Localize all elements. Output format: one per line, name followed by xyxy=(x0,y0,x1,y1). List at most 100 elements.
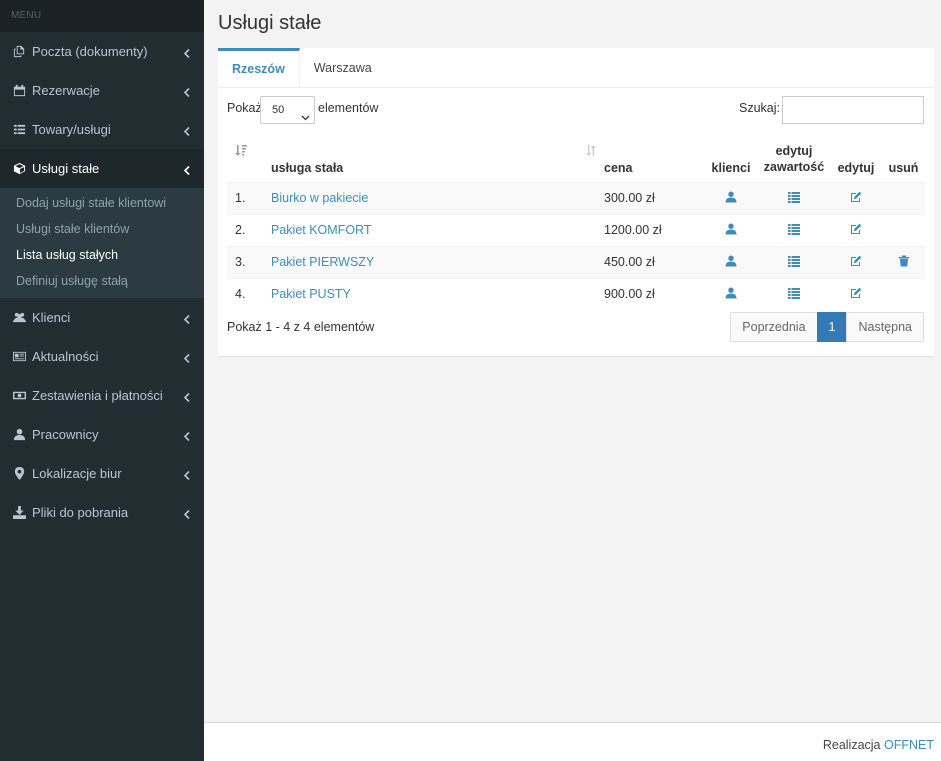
sidebar-item-aktualnosci[interactable]: Aktualności xyxy=(0,337,204,376)
edit-content-list-icon[interactable] xyxy=(787,190,801,204)
search-input[interactable] xyxy=(782,96,924,124)
chevron-left-icon xyxy=(183,429,191,441)
cube-icon xyxy=(12,162,26,176)
clients-user-icon[interactable] xyxy=(724,286,738,300)
sidebar-item-zestawienia[interactable]: Zestawienia i płatności xyxy=(0,376,204,415)
sidebar-item-towary[interactable]: Towary/usługi xyxy=(0,110,204,149)
download-icon xyxy=(12,506,26,520)
page-size-select[interactable]: 50 xyxy=(260,96,315,124)
pagination-next-button[interactable]: Następna xyxy=(846,312,924,342)
service-link[interactable]: Pakiet PUSTY xyxy=(271,287,351,301)
table-row: 2. Pakiet KOMFORT 1200.00 zł xyxy=(227,213,925,246)
sidebar-item-label: Klienci xyxy=(32,310,71,325)
search-label: Szukaj: xyxy=(739,101,780,115)
edit-content-list-icon[interactable] xyxy=(787,286,801,300)
column-header-service[interactable]: usługa stała xyxy=(266,136,602,182)
sidebar-item-label: Pracownicy xyxy=(32,427,99,442)
column-header-clients: klienci xyxy=(711,160,751,175)
footer: Realizacja OFFNET xyxy=(204,722,941,761)
copy-icon xyxy=(12,45,26,59)
row-number: 1. xyxy=(227,181,266,214)
show-after-label: elementów xyxy=(318,101,379,115)
show-label: Pokaż xyxy=(227,101,262,115)
table-row: 1. Biurko w pakiecie 300.00 zł xyxy=(227,181,925,214)
row-delete-cell xyxy=(882,277,925,310)
row-number: 3. xyxy=(227,245,266,278)
clients-user-icon[interactable] xyxy=(724,222,738,236)
clients-user-icon[interactable] xyxy=(724,190,738,204)
submenu-item-dodaj[interactable]: Dodaj usługi stałe klientowi xyxy=(0,190,204,216)
footer-credit: Realizacja OFFNET xyxy=(823,738,934,752)
service-link[interactable]: Biurko w pakiecie xyxy=(271,191,368,205)
submenu-item-definiuj[interactable]: Definiuj usługę stałą xyxy=(0,268,204,294)
chevron-left-icon xyxy=(183,85,191,97)
edit-content-list-icon[interactable] xyxy=(787,222,801,236)
sidebar-item-label: Poczta (dokumenty) xyxy=(32,44,148,59)
sidebar-item-klienci[interactable]: Klienci xyxy=(0,298,204,337)
sidebar-item-uslugi-stale[interactable]: Usługi stałe xyxy=(0,149,204,188)
table-row: 4. Pakiet PUSTY 900.00 zł xyxy=(227,277,925,310)
row-price: 450.00 zł xyxy=(602,245,704,278)
chevron-left-icon xyxy=(183,124,191,136)
table-row: 3. Pakiet PIERWSZY 450.00 zł xyxy=(227,245,925,278)
table-controls: Pokaż 50 elementów Szukaj: xyxy=(218,88,934,128)
chevron-left-icon xyxy=(183,46,191,58)
column-header-edit: edytuj xyxy=(837,160,875,175)
page-size-value: 50 xyxy=(272,104,285,116)
sidebar-item-label: Lokalizacje biur xyxy=(32,466,122,481)
tab-warszawa[interactable]: Warszawa xyxy=(300,48,386,88)
edit-pencil-icon[interactable] xyxy=(849,222,863,236)
row-number: 4. xyxy=(227,277,266,310)
sidebar-item-label: Rezerwacje xyxy=(32,83,100,98)
footer-label: Realizacja xyxy=(822,738,881,752)
services-box: Rzeszów Warszawa Pokaż 50 elementów Szuk… xyxy=(218,48,934,357)
pagination-page-1[interactable]: 1 xyxy=(816,312,848,342)
services-table: usługa stała cena klienci edytuj zawarto… xyxy=(227,136,925,310)
column-header-number[interactable] xyxy=(227,136,266,182)
sidebar: MENU Poczta (dokumenty) Rezerwacje Towar… xyxy=(0,0,204,761)
sidebar-item-label: Pliki do pobrania xyxy=(32,505,129,520)
calendar-icon xyxy=(12,84,26,98)
sidebar-item-rezerwacje[interactable]: Rezerwacje xyxy=(0,71,204,110)
page-title: Usługi stałe xyxy=(218,12,322,34)
chevron-left-icon xyxy=(183,390,191,402)
row-delete-cell xyxy=(882,213,925,246)
sidebar-item-poczta[interactable]: Poczta (dokumenty) xyxy=(0,32,204,71)
map-marker-icon xyxy=(12,467,26,481)
location-tabs: Rzeszów Warszawa xyxy=(218,48,934,88)
column-header-edit-content-line2: zawartość xyxy=(763,159,825,174)
column-header-price: cena xyxy=(604,160,633,175)
sidebar-item-pracownicy[interactable]: Pracownicy xyxy=(0,415,204,454)
chevron-left-icon xyxy=(183,351,191,363)
edit-pencil-icon[interactable] xyxy=(849,254,863,268)
edit-pencil-icon[interactable] xyxy=(849,190,863,204)
delete-trash-icon[interactable] xyxy=(897,254,911,268)
pagination-prev-button[interactable]: Poprzednia xyxy=(730,312,818,342)
service-link[interactable]: Pakiet PIERWSZY xyxy=(271,255,374,269)
service-link[interactable]: Pakiet KOMFORT xyxy=(271,223,371,237)
tab-rzeszow[interactable]: Rzeszów xyxy=(218,48,300,88)
row-price: 300.00 zł xyxy=(602,181,704,214)
submenu-item-lista[interactable]: Lista usług stałych xyxy=(0,242,204,268)
sidebar-item-lokalizacje[interactable]: Lokalizacje biur xyxy=(0,454,204,493)
column-header-service-label: usługa stała xyxy=(271,160,344,175)
sidebar-item-label: Towary/usługi xyxy=(32,122,111,137)
main-content: Usługi stałe Rzeszów Warszawa Pokaż 50 e… xyxy=(204,0,941,722)
pagination: Poprzednia 1 Następna xyxy=(730,312,924,342)
row-number: 2. xyxy=(227,213,266,246)
sidebar-item-label: Usługi stałe xyxy=(32,161,100,176)
chevron-down-icon xyxy=(183,163,191,175)
sidebar-item-label: Aktualności xyxy=(32,349,99,364)
sidebar-item-pliki[interactable]: Pliki do pobrania xyxy=(0,493,204,532)
footer-link[interactable]: OFFNET xyxy=(884,738,934,752)
list-icon xyxy=(12,123,26,137)
clients-user-icon[interactable] xyxy=(724,254,738,268)
sidebar-item-label: Zestawienia i płatności xyxy=(32,388,163,403)
edit-pencil-icon[interactable] xyxy=(849,286,863,300)
row-delete-cell xyxy=(882,181,925,214)
chevron-left-icon xyxy=(183,468,191,480)
menu-header: MENU xyxy=(0,0,204,32)
edit-content-list-icon[interactable] xyxy=(787,254,801,268)
column-header-delete: usuń xyxy=(888,160,919,175)
submenu-item-uslugi-klientow[interactable]: Usługi stałe klientów xyxy=(0,216,204,242)
